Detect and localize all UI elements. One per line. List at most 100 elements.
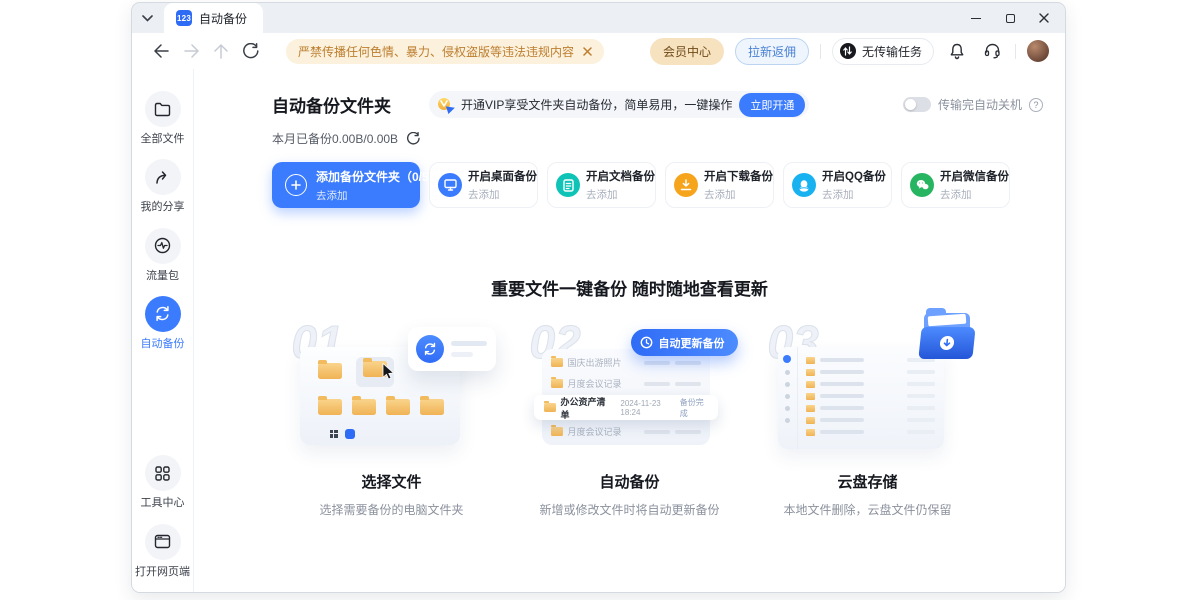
transfer-arrows-icon (840, 43, 856, 59)
content-warning-banner: 严禁传播任何色情、暴力、侵权盗版等违法违规内容 (286, 39, 604, 64)
card-title: 开启桌面备份 (468, 168, 537, 184)
promo-heading: 重要文件一键备份 随时随地查看更新 (194, 275, 1065, 300)
backup-actions-row: 添加备份文件夹（0/5） 去添加 开启桌面备份 去添加 (272, 162, 1010, 208)
step-subtitle: 本地文件删除，云盘文件仍保留 (783, 501, 951, 518)
step2-file-list: 国庆出游照片 月度会议记录 办公资产清单 202 (542, 349, 710, 445)
download-icon (674, 173, 698, 197)
file-name: 办公资产清单 (561, 395, 608, 421)
step3-illustration: 03 (760, 321, 976, 455)
folder-icon (544, 403, 556, 412)
up-icon[interactable] (208, 38, 234, 64)
toolbar-right-cluster: 会员中心 拉新返佣 无传输任务 (650, 38, 1049, 65)
step-subtitle: 新增或修改文件时将自动更新备份 (539, 501, 719, 518)
stats-refresh-icon[interactable] (407, 132, 420, 145)
folder-icon (806, 381, 815, 388)
sync-card (408, 327, 496, 371)
folder-icon (386, 399, 410, 415)
vip-banner: 开通VIP享受文件夹自动备份，简单易用，一键操作 立即开通 (429, 91, 809, 118)
transfer-tasks-button[interactable]: 无传输任务 (832, 38, 934, 65)
sidebar-item-auto-backup[interactable]: 自动备份 (135, 296, 191, 351)
desktop-backup-card[interactable]: 开启桌面备份 去添加 (429, 162, 538, 208)
step3-drive-panel (778, 347, 944, 449)
sidebar-item-label: 流量包 (135, 269, 191, 283)
mini-sidebar (778, 347, 798, 449)
back-icon[interactable] (148, 38, 174, 64)
backup-stats-row: 本月已备份0.00B/0.00B (272, 130, 420, 147)
customer-service-headset-icon[interactable] (980, 39, 1004, 63)
tab-bar: 123 自动备份 (132, 3, 1065, 33)
window-controls (959, 3, 1061, 33)
card-subtitle: 去添加 (822, 187, 886, 202)
page-header: 自动备份文件夹 开通VIP享受文件夹自动备份，简单易用，一键操作 立即开通 (272, 91, 809, 118)
maximize-button[interactable] (993, 3, 1027, 33)
close-button[interactable] (1027, 3, 1061, 33)
downloads-backup-card[interactable]: 开启下载备份 去添加 (665, 162, 774, 208)
sidebar-item-open-web[interactable]: 打开网页端 (135, 524, 191, 579)
warning-close-icon[interactable] (583, 47, 592, 56)
vip-activate-button[interactable]: 立即开通 (739, 93, 805, 117)
notifications-bell-icon[interactable] (945, 39, 969, 63)
sidebar-item-data-plan[interactable]: 流量包 (135, 228, 191, 283)
app-logo-123-icon: 123 (176, 10, 192, 26)
sidebar-item-label: 全部文件 (135, 132, 191, 146)
file-name: 月度会议记录 (568, 425, 622, 438)
taskbar (308, 427, 452, 440)
user-avatar[interactable] (1027, 40, 1049, 62)
qq-backup-card[interactable]: 开启QQ备份 去添加 (783, 162, 892, 208)
toolbar: 严禁传播任何色情、暴力、侵权盗版等违法违规内容 会员中心 拉新返佣 无传输任务 (132, 33, 1065, 69)
sidebar: 全部文件 我的分享 流量包 自动备份 (132, 69, 194, 592)
chevron-down-icon[interactable] (132, 3, 162, 33)
card-subtitle: 去添加 (940, 187, 1009, 202)
folder-icon (806, 429, 815, 436)
plus-icon (285, 174, 307, 196)
documents-backup-card[interactable]: 开启文档备份 去添加 (547, 162, 656, 208)
folder-icon (145, 91, 181, 127)
tab-auto-backup[interactable]: 123 自动备份 (164, 3, 263, 33)
sidebar-item-label: 我的分享 (135, 200, 191, 214)
sidebar-item-label: 打开网页端 (135, 565, 191, 579)
card-title: 开启QQ备份 (822, 168, 886, 184)
desktop-icon (438, 173, 462, 197)
vip-banner-text: 开通VIP享受文件夹自动备份，简单易用，一键操作 (461, 96, 732, 113)
add-backup-folder-subtitle: 去添加 (316, 188, 441, 203)
folder-icon (806, 357, 815, 364)
card-title: 开启文档备份 (586, 168, 655, 184)
transfer-status-label: 无传输任务 (862, 43, 922, 60)
highlighted-file-row: 办公资产清单 2024-11-23 18:24 备份完成 (534, 395, 718, 420)
folder-icon (318, 399, 342, 415)
sidebar-item-label: 自动备份 (135, 337, 191, 351)
auto-update-badge-label: 自动更新备份 (659, 335, 725, 351)
add-backup-folder-button[interactable]: 添加备份文件夹（0/5） 去添加 (272, 162, 420, 208)
step-title: 云盘存储 (837, 471, 897, 492)
sidebar-item-label: 工具中心 (135, 496, 191, 510)
minimize-button[interactable] (959, 3, 993, 33)
auto-shutdown-toggle[interactable] (903, 97, 931, 112)
referral-button[interactable]: 拉新返佣 (735, 38, 809, 65)
wechat-backup-card[interactable]: 开启微信备份 去添加 (901, 162, 1010, 208)
divider (820, 44, 821, 59)
sync-icon (416, 335, 444, 363)
wechat-icon (910, 173, 934, 197)
vip-badge-icon (438, 97, 454, 113)
folder-icon (551, 379, 563, 388)
cloud-download-folder-icon (920, 313, 974, 359)
folder-icon (806, 417, 815, 424)
main-content: 自动备份文件夹 开通VIP享受文件夹自动备份，简单易用，一键操作 立即开通 传输… (194, 69, 1065, 592)
member-center-button[interactable]: 会员中心 (650, 38, 724, 65)
forward-icon[interactable] (178, 38, 204, 64)
folder-icon (806, 405, 815, 412)
folder-icon (806, 393, 815, 400)
folder-icon (420, 399, 444, 415)
folder-icon (806, 369, 815, 376)
sidebar-item-my-shares[interactable]: 我的分享 (135, 159, 191, 214)
mouse-cursor-icon (382, 363, 396, 384)
file-name: 月度会议记录 (568, 377, 622, 390)
folder-icon (318, 363, 342, 379)
app-logo-123-icon (345, 429, 355, 439)
sidebar-item-all-files[interactable]: 全部文件 (135, 91, 191, 146)
auto-shutdown-label: 传输完自动关机 (938, 96, 1022, 113)
help-question-icon[interactable]: ? (1029, 98, 1043, 112)
step1-illustration: 01 (284, 321, 500, 455)
refresh-icon[interactable] (238, 38, 264, 64)
sidebar-item-tool-center[interactable]: 工具中心 (135, 455, 191, 510)
